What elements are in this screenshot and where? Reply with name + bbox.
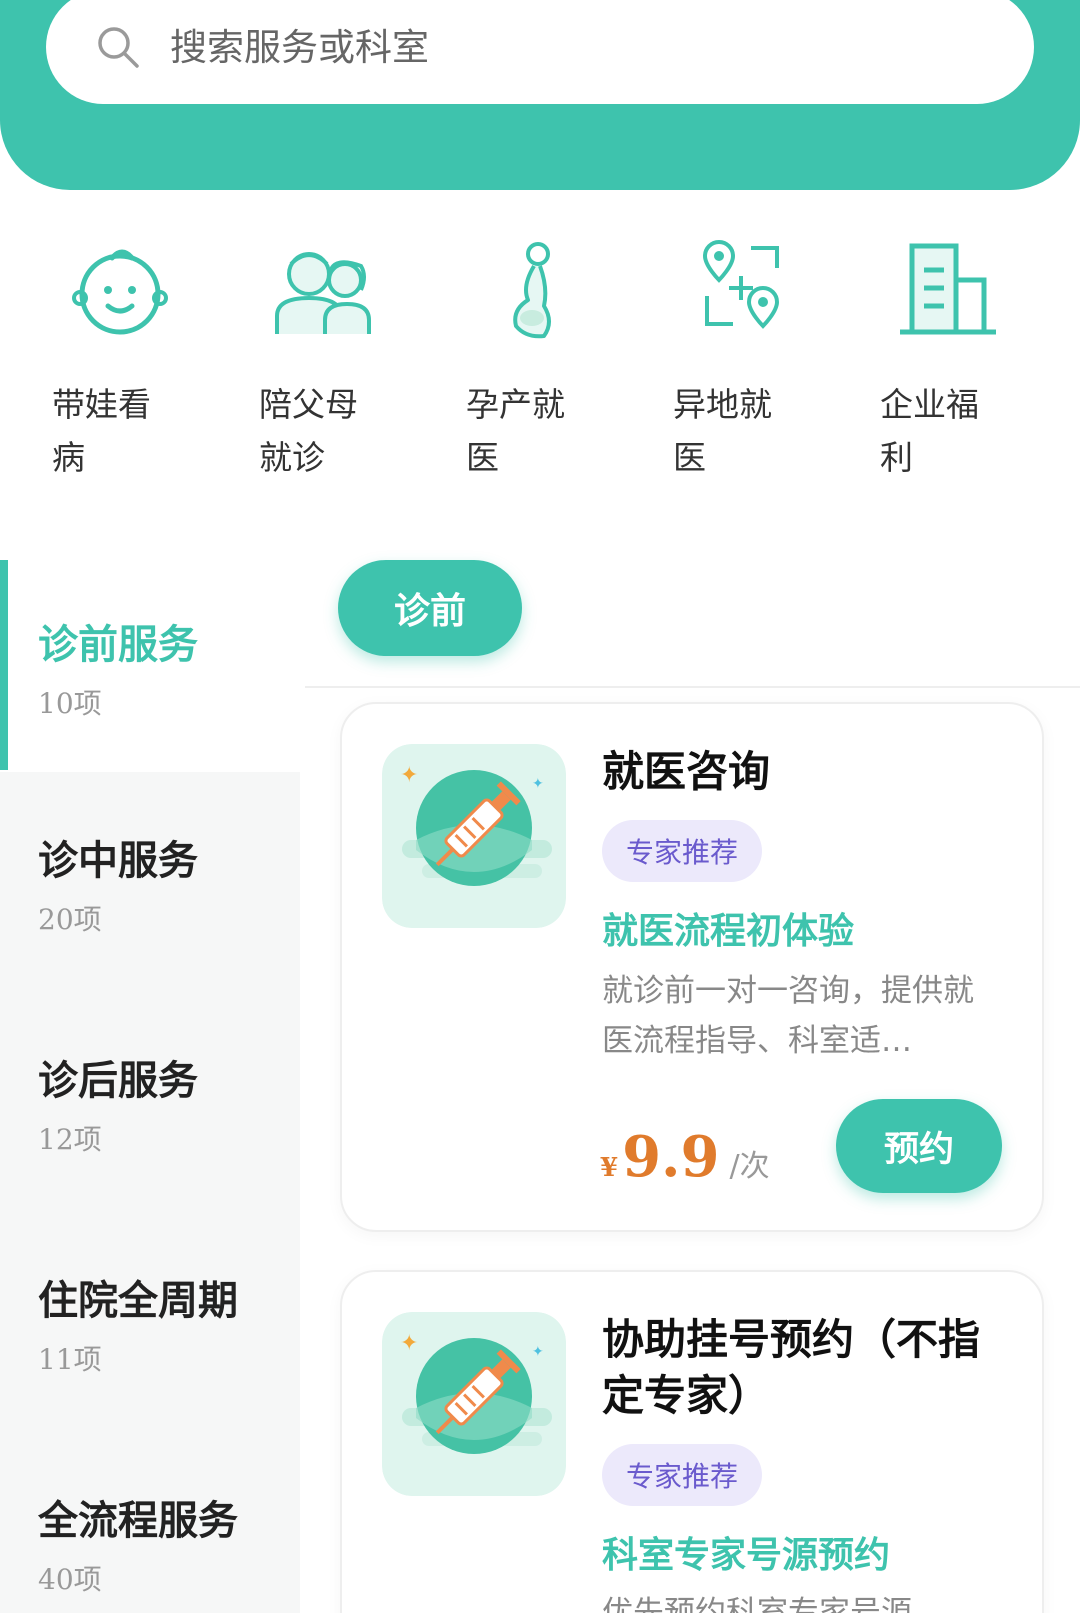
elderly-couple-icon [275,252,371,334]
price-value: 9.9 [622,1124,720,1190]
card-subtitle: 科室专家号源预约 [602,1535,891,1576]
card-title: 协助挂号预约（不指定专家） [602,1315,981,1420]
price-unit: /次 [729,1149,770,1184]
category-title: 诊后服务 [38,1058,198,1104]
category-title: 诊前服务 [38,622,198,668]
quick-entry-label: 孕产就医 [466,385,565,477]
quick-entry-kids[interactable]: 带娃看病 [52,240,252,480]
category-item-post-visit[interactable]: 诊后服务 12项 [0,992,300,1212]
category-count: 12项 [38,1123,102,1156]
category-title: 诊中服务 [38,838,198,884]
price-symbol: ¥ [600,1153,619,1183]
location-transfer-icon [702,240,780,329]
quick-entry-label: 带娃看病 [52,385,151,477]
tab-pre-visit[interactable]: 诊前 [338,560,522,656]
office-building-icon [900,243,996,335]
svg-text:✦: ✦ [400,1331,418,1356]
category-count: 40项 [38,1563,102,1596]
search-bar[interactable] [46,0,1034,104]
category-item-in-visit[interactable]: 诊中服务 20项 [0,772,300,992]
search-input[interactable] [170,25,870,69]
svg-text:✦: ✦ [532,776,544,792]
syringe-icon: ✦ ✦ [382,1312,566,1496]
category-sidebar: 诊前服务 10项 诊中服务 20项 诊后服务 12项 住院全周期 11项 全流程… [0,530,300,1613]
quick-entry-pregnancy[interactable]: 孕产就医 [466,240,666,480]
price: ¥ 9.9 /次 [600,1124,770,1190]
search-icon [98,27,139,68]
expert-badge: 专家推荐 [602,820,763,882]
service-card[interactable]: ✦ ✦ 就医咨询 专家推荐 就医流程初体验 就诊前一对一咨询，提供就医流程指导、… [340,702,1044,1232]
card-subtitle: 就医流程初体验 [602,911,855,952]
quick-entry-label: 异地就医 [673,385,772,477]
card-description: 优先预约科室专家号源 [602,1595,912,1613]
category-item-inpatient[interactable]: 住院全周期 11项 [0,1212,300,1432]
quick-entry-label: 企业福利 [880,385,979,477]
quick-entry-row: 带娃看病 陪父母就诊 孕产就医 异地就医 企业福利 [0,240,1080,500]
category-count: 10项 [38,687,102,720]
divider [305,686,1080,688]
syringe-icon: ✦ ✦ [382,744,566,928]
pregnant-woman-icon [513,242,551,339]
category-title: 住院全周期 [38,1278,238,1324]
card-description: 就诊前一对一咨询，提供就医流程指导、科室适… [602,973,974,1059]
expert-badge: 专家推荐 [602,1444,763,1506]
quick-entry-label: 陪父母就诊 [259,385,358,477]
category-item-pre-visit[interactable]: 诊前服务 10项 [0,530,300,772]
baby-face-icon [72,249,168,335]
card-title: 就医咨询 [602,747,771,796]
category-count: 20项 [38,903,102,936]
quick-entry-parents[interactable]: 陪父母就诊 [259,240,459,480]
quick-entry-enterprise[interactable]: 企业福利 [880,240,1080,480]
svg-text:✦: ✦ [532,1344,544,1360]
quick-entry-remote[interactable]: 异地就医 [673,240,873,480]
header [0,0,1080,190]
category-count: 11项 [38,1343,102,1376]
service-card[interactable]: ✦ ✦ 协助挂号预约（不指定专家） 专家推荐 科室专家号源预约 优先预约科室专家… [340,1270,1044,1613]
book-button[interactable]: 预约 [836,1099,1002,1193]
category-item-full-process[interactable]: 全流程服务 40项 [0,1432,300,1613]
category-title: 全流程服务 [38,1498,238,1544]
svg-text:✦: ✦ [400,763,418,788]
